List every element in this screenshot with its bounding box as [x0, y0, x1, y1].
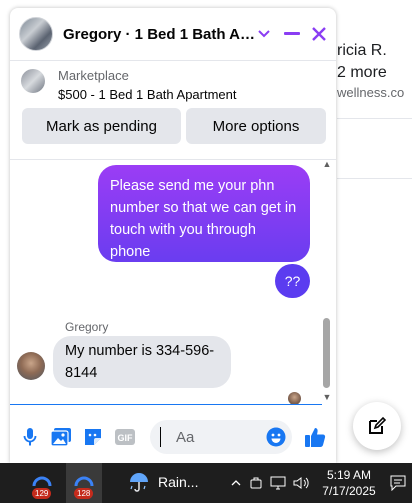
clock-time: 5:19 AM	[326, 468, 372, 482]
like-button[interactable]	[304, 426, 326, 448]
listing-thumbnail[interactable]	[21, 69, 45, 93]
tray-meet-icon[interactable]	[248, 475, 264, 491]
scrollbar-thumb[interactable]	[323, 318, 330, 388]
close-icon	[312, 27, 326, 41]
network-icon	[270, 476, 286, 490]
message-composer: GIF Aa	[10, 418, 336, 456]
new-message-button[interactable]	[353, 402, 401, 450]
notification-count-badge: 128	[74, 488, 94, 499]
sender-name: Gregory	[65, 320, 109, 334]
speaker-icon	[293, 477, 309, 489]
minimize-button[interactable]	[280, 22, 304, 46]
smiley-icon	[266, 427, 286, 447]
weather-label: Rain...	[158, 474, 199, 490]
background-divider	[337, 178, 412, 179]
chat-window: Gregory · 1 Bed 1 Bath Apartment Marketp…	[10, 8, 336, 463]
microphone-icon	[23, 428, 37, 446]
gif-icon: GIF	[115, 429, 135, 445]
network-icon[interactable]	[270, 475, 286, 491]
clock-date: 7/17/2025	[322, 484, 376, 498]
taskbar-app-browser-active[interactable]: 128	[66, 463, 102, 503]
listing-source: Marketplace	[58, 68, 129, 83]
svg-text:GIF: GIF	[118, 433, 134, 443]
taskbar-app-browser[interactable]: 129	[24, 463, 60, 503]
voice-clip-button[interactable]	[19, 426, 41, 448]
umbrella-rain-icon	[130, 473, 148, 492]
weather-widget[interactable]: Rain...	[128, 471, 198, 493]
outgoing-message[interactable]: ??	[275, 264, 310, 298]
marketplace-listing: Marketplace $500 - 1 Bed 1 Bath Apartmen…	[10, 61, 336, 160]
composer-divider	[10, 404, 322, 405]
notification-count-badge: 129	[32, 488, 52, 499]
background-text-domain: wellness.co	[337, 85, 405, 100]
incoming-message[interactable]: My number is 334-596-8144	[53, 336, 231, 388]
mark-as-pending-button[interactable]: Mark as pending	[22, 108, 181, 144]
volume-icon[interactable]	[293, 475, 309, 491]
sticker-button[interactable]	[82, 426, 104, 448]
chevron-up-icon	[231, 480, 241, 486]
emoji-button[interactable]	[265, 426, 287, 448]
taskbar: 129 128 Rain... 5:19 AM 7/17/2025	[0, 463, 412, 503]
scroll-down-arrow-icon[interactable]: ▼	[322, 392, 332, 402]
chevron-down-icon	[258, 30, 270, 38]
scroll-up-arrow-icon[interactable]: ▲	[322, 159, 332, 169]
photo-icon	[51, 428, 71, 446]
clock[interactable]: 5:19 AM 7/17/2025	[320, 467, 378, 499]
thumbs-up-icon	[305, 428, 326, 447]
notification-center-button[interactable]	[390, 475, 406, 492]
chevron-down-button[interactable]	[252, 22, 276, 46]
gif-button[interactable]: GIF	[114, 426, 136, 448]
sticker-icon	[85, 429, 101, 445]
text-cursor	[160, 427, 161, 447]
meet-icon	[250, 477, 262, 489]
attach-photo-button[interactable]	[50, 426, 72, 448]
background-divider	[337, 118, 412, 119]
compose-icon	[369, 416, 387, 434]
notification-icon	[390, 475, 406, 492]
chat-title[interactable]: Gregory · 1 Bed 1 Bath Apartment	[63, 26, 255, 43]
listing-title[interactable]: $500 - 1 Bed 1 Bath Apartment	[58, 87, 237, 102]
outgoing-message[interactable]: Please send me your phn number so that w…	[98, 165, 310, 262]
tray-overflow-icon[interactable]	[228, 475, 244, 491]
close-button[interactable]	[307, 22, 331, 46]
background-text-more: 2 more	[337, 64, 387, 81]
contact-avatar[interactable]	[19, 17, 53, 51]
more-options-button[interactable]: More options	[186, 108, 326, 144]
chat-header[interactable]: Gregory · 1 Bed 1 Bath Apartment	[10, 8, 336, 61]
sender-avatar[interactable]	[17, 352, 45, 380]
background-text-name: ricia R.	[337, 42, 387, 59]
minimize-icon	[284, 32, 300, 35]
message-list: Please send me your phn number so that w…	[10, 160, 336, 405]
